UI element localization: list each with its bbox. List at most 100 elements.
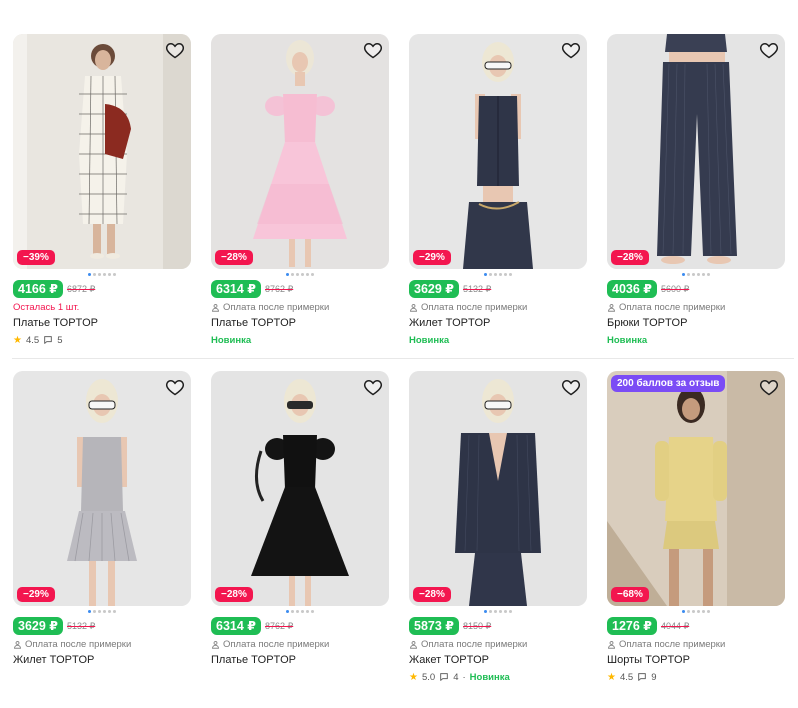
person-icon [212,640,219,649]
favorite-heart-icon[interactable] [363,377,383,397]
product-photo[interactable]: 200 баллов за отзыв −68% [607,371,785,606]
discount-badge: −39% [17,250,55,265]
new-badge: Новинка [469,671,510,683]
payment-note: Оплата после примерки [607,638,785,650]
product-image [409,34,587,269]
person-icon [608,303,615,312]
product-title[interactable]: Платье TOPTOP [13,317,191,331]
price: 4036 ₽ [607,280,657,298]
comment-icon [44,336,53,344]
favorite-heart-icon[interactable] [165,377,185,397]
payment-note: Оплата после примерки [211,301,389,313]
person-icon [608,640,615,649]
favorite-heart-icon[interactable] [165,40,185,60]
product-photo[interactable]: −28% [211,371,389,606]
review-count: 9 [651,671,657,683]
payment-note-text: Оплата после примерки [421,301,528,313]
stock-notice: Осталась 1 шт. [13,301,80,313]
person-icon [410,640,417,649]
discount-badge: −28% [611,250,649,265]
product-image [13,371,191,606]
product-photo[interactable]: −28% [607,34,785,269]
product-card[interactable]: −28% 5873 ₽ 8150 ₽ Оплата после примерки… [409,371,587,683]
product-card[interactable]: 200 баллов за отзыв −68% 1276 ₽ 4044 ₽ О… [607,371,785,683]
favorite-heart-icon[interactable] [759,377,779,397]
product-card[interactable]: −28% 6314 ₽ 8762 ₽ Оплата после примерки… [211,34,389,346]
payment-note-text: Оплата после примерки [223,638,330,650]
payment-note-text: Оплата после примерки [223,301,330,313]
product-image [211,34,389,269]
payment-note-text: Оплата после примерки [25,638,132,650]
rating-row: ★ 4.5 5 [13,334,191,346]
old-price: 8150 ₽ [462,620,492,631]
review-count: 4 [453,671,459,683]
product-card[interactable]: −28% 6314 ₽ 8762 ₽ Оплата после примерки… [211,371,389,668]
payment-note-text: Оплата после примерки [619,638,726,650]
payment-note-text: Оплата после примерки [421,638,528,650]
discount-badge: −68% [611,587,649,602]
old-price: 5600 ₽ [660,283,690,294]
product-title[interactable]: Платье TOPTOP [211,317,389,331]
product-card[interactable]: −28% 4036 ₽ 5600 ₽ Оплата после примерки… [607,34,785,346]
person-icon [410,303,417,312]
image-pagination[interactable] [211,270,389,279]
image-pagination[interactable] [13,270,191,279]
separator-dot: · [462,671,466,683]
favorite-heart-icon[interactable] [363,40,383,60]
product-photo[interactable]: −29% [13,371,191,606]
product-title[interactable]: Жилет TOPTOP [13,654,191,668]
rating-row: ★ 5.0 4 · Новинка [409,671,587,683]
payment-note: Оплата после примерки [13,638,191,650]
price: 4166 ₽ [13,280,63,298]
price: 6314 ₽ [211,617,261,635]
comment-icon [638,673,647,681]
product-title[interactable]: Брюки TOPTOP [607,317,785,331]
rating-value: 4.5 [25,334,40,346]
image-pagination[interactable] [13,607,191,616]
product-card[interactable]: −39% 4166 ₽ 6872 ₽ Осталась 1 шт. Платье… [13,34,191,346]
favorite-heart-icon[interactable] [759,40,779,60]
old-price: 5132 ₽ [462,283,492,294]
price: 5873 ₽ [409,617,459,635]
product-photo[interactable]: −28% [211,34,389,269]
tag-row: Новинка [409,334,587,346]
old-price: 5132 ₽ [66,620,96,631]
old-price: 8762 ₽ [264,620,294,631]
image-pagination[interactable] [211,607,389,616]
product-title[interactable]: Шорты TOPTOP [607,654,785,668]
image-pagination[interactable] [607,607,785,616]
image-pagination[interactable] [409,607,587,616]
review-count: 5 [57,334,63,346]
image-pagination[interactable] [409,270,587,279]
payment-note-text: Оплата после примерки [619,301,726,313]
image-pagination[interactable] [607,270,785,279]
product-image [607,371,785,606]
product-card[interactable]: −29% 3629 ₽ 5132 ₽ Оплата после примерки… [409,34,587,346]
favorite-heart-icon[interactable] [561,40,581,60]
person-icon [212,303,219,312]
discount-badge: −29% [413,250,451,265]
price: 3629 ₽ [409,280,459,298]
new-badge: Новинка [409,334,450,346]
product-photo[interactable]: −39% [13,34,191,269]
comment-icon [440,673,449,681]
product-title[interactable]: Жакет TOPTOP [409,654,587,668]
star-icon: ★ [409,671,418,683]
old-price: 4044 ₽ [660,620,690,631]
old-price: 8762 ₽ [264,283,294,294]
product-photo[interactable]: −28% [409,371,587,606]
product-title[interactable]: Жилет TOPTOP [409,317,587,331]
product-title[interactable]: Платье TOPTOP [211,654,389,668]
star-icon: ★ [13,334,22,346]
star-icon: ★ [607,671,616,683]
tag-row: Новинка [211,334,389,346]
product-card[interactable]: −29% 3629 ₽ 5132 ₽ Оплата после примерки… [13,371,191,668]
price: 1276 ₽ [607,617,657,635]
row-divider [12,358,794,359]
product-image [607,34,785,269]
payment-note: Оплата после примерки [409,301,587,313]
product-photo[interactable]: −29% [409,34,587,269]
favorite-heart-icon[interactable] [561,377,581,397]
person-icon [14,640,21,649]
new-badge: Новинка [607,334,648,346]
